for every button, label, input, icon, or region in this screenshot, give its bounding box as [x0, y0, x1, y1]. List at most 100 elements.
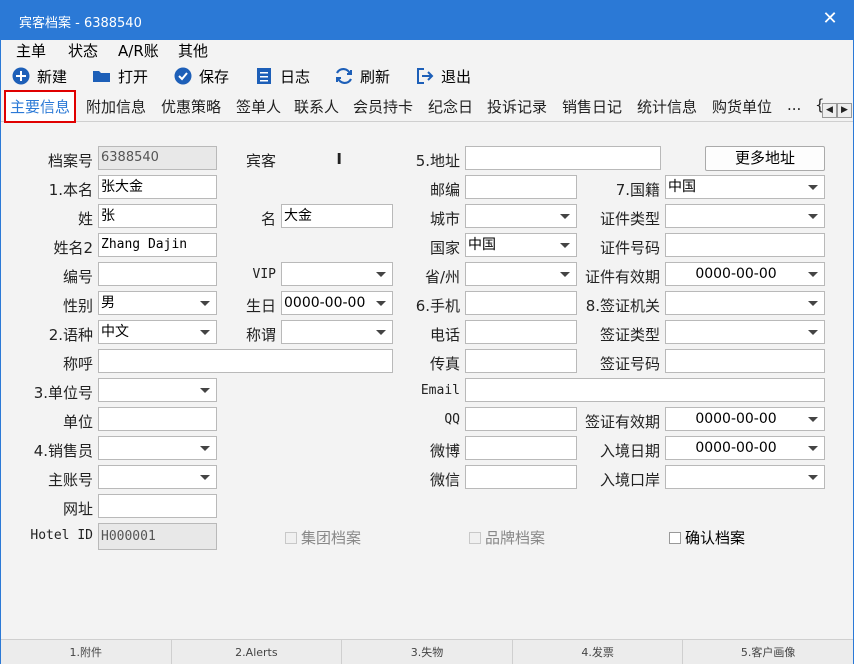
entry-date-select[interactable]: 0000-00-00 — [665, 436, 825, 460]
tab-member-card[interactable]: 会员持卡 — [353, 96, 413, 117]
bottom-tab-alerts[interactable]: 2.Alerts — [172, 640, 343, 664]
title-select[interactable] — [281, 320, 393, 344]
tab-main-info[interactable]: 主要信息 — [4, 90, 77, 123]
name2-field[interactable]: Zhang Dajin — [98, 233, 217, 257]
id-type-select[interactable] — [665, 204, 825, 228]
weibo-field[interactable] — [465, 436, 577, 460]
tab-scroll-left-icon[interactable]: ◀ — [822, 103, 837, 118]
toolbar: 新建 打开 保存 日志 刷新 退出 — [1, 62, 853, 90]
tab-anniversary[interactable]: 纪念日 — [428, 96, 473, 117]
wechat-field[interactable] — [465, 465, 577, 489]
menu-other[interactable]: 其他 — [178, 40, 208, 61]
close-icon[interactable]: ✕ — [820, 8, 840, 29]
tab-complaints[interactable]: 投诉记录 — [487, 96, 547, 117]
vip-select[interactable] — [281, 262, 393, 286]
visa-valid-value: 0000-00-00 — [695, 411, 777, 427]
code-label: 编号 — [62, 268, 93, 286]
website-field[interactable] — [98, 494, 217, 518]
tab-more[interactable]: ... — [787, 96, 801, 114]
more-address-button[interactable]: 更多地址 — [705, 146, 825, 171]
name-field[interactable]: 张大金 — [98, 175, 217, 199]
tab-contact[interactable]: 联系人 — [294, 96, 339, 117]
id-valid-select[interactable]: 0000-00-00 — [665, 262, 825, 286]
nationality-label: 7.国籍 — [615, 181, 660, 199]
refresh-icon — [334, 66, 354, 86]
email-field[interactable] — [465, 378, 825, 402]
id-no-label: 证件号码 — [599, 239, 660, 257]
chevron-down-icon — [808, 417, 818, 422]
postcode-label: 邮编 — [429, 181, 460, 199]
tab-purchase-unit[interactable]: 购货单位 — [712, 96, 772, 117]
salutation-field[interactable] — [98, 349, 393, 373]
entry-port-label: 入境口岸 — [599, 471, 660, 489]
visa-office-label: 8.签证机关 — [585, 297, 660, 315]
mobile-field[interactable] — [465, 291, 577, 315]
address-field[interactable] — [465, 146, 661, 170]
bottom-tab-attachments[interactable]: 1.附件 — [1, 640, 172, 664]
log-button[interactable]: 日志 — [254, 64, 310, 88]
refresh-button[interactable]: 刷新 — [334, 64, 390, 88]
gender-select[interactable]: 男 — [98, 291, 217, 315]
save-button[interactable]: 保存 — [173, 64, 229, 88]
visa-no-label: 签证号码 — [599, 355, 660, 373]
code-field[interactable] — [98, 262, 217, 286]
tab-extra-info[interactable]: 附加信息 — [86, 96, 146, 117]
salutation-label: 称呼 — [62, 355, 93, 373]
checkbox-box — [669, 531, 681, 544]
tab-scroll-right-icon[interactable]: ▶ — [837, 103, 852, 118]
bottom-tab-invoice[interactable]: 4.发票 — [513, 640, 684, 664]
chevron-down-icon — [560, 272, 570, 277]
phone-label: 电话 — [429, 326, 460, 344]
menu-status[interactable]: 状态 — [68, 40, 98, 61]
menu-main[interactable]: 主单 — [16, 40, 46, 61]
city-select[interactable] — [465, 204, 577, 228]
entry-port-select[interactable] — [665, 465, 825, 489]
visa-office-select[interactable] — [665, 291, 825, 315]
unit-field[interactable] — [98, 407, 217, 431]
bottom-tab-customer-profile[interactable]: 5.客户画像 — [683, 640, 853, 664]
menu-ar[interactable]: A/R账 — [118, 40, 159, 61]
file-no-label: 档案号 — [47, 152, 93, 170]
new-button[interactable]: 新建 — [11, 64, 67, 88]
check-circle-icon — [173, 66, 193, 86]
open-button[interactable]: 打开 — [92, 64, 148, 88]
phone-field[interactable] — [465, 320, 577, 344]
postcode-field[interactable] — [465, 175, 577, 199]
given-name-label: 名 — [260, 210, 276, 228]
vip-label: VIP — [252, 267, 276, 282]
guest-type-value: I — [336, 150, 342, 168]
surname-field[interactable]: 张 — [98, 204, 217, 228]
visa-valid-select[interactable]: 0000-00-00 — [665, 407, 825, 431]
brand-file-label: 品牌档案 — [485, 529, 546, 547]
window-title: 宾客档案 - 6388540 — [19, 16, 142, 31]
tab-signer[interactable]: 签单人 — [236, 96, 281, 117]
brand-file-checkbox[interactable]: 品牌档案 — [469, 527, 545, 548]
exit-button[interactable]: 退出 — [415, 64, 471, 88]
bottom-tab-lost-items[interactable]: 3.失物 — [342, 640, 513, 664]
qq-field[interactable] — [465, 407, 577, 431]
wechat-label: 微信 — [429, 471, 460, 489]
birthday-label: 生日 — [245, 297, 276, 315]
tab-discount-policy[interactable]: 优惠策略 — [161, 96, 221, 117]
tab-sales-diary[interactable]: 销售日记 — [562, 96, 622, 117]
id-no-field[interactable] — [665, 233, 825, 257]
group-file-checkbox[interactable]: 集团档案 — [285, 527, 361, 548]
master-select[interactable] — [98, 465, 217, 489]
visa-type-select[interactable] — [665, 320, 825, 344]
birthday-select[interactable]: 0000-00-00 — [281, 291, 393, 315]
given-name-field[interactable]: 大金 — [281, 204, 393, 228]
country-select[interactable]: 中国 — [465, 233, 577, 257]
visa-no-field[interactable] — [665, 349, 825, 373]
group-file-label: 集团档案 — [301, 529, 362, 547]
fax-field[interactable] — [465, 349, 577, 373]
unit-no-select[interactable] — [98, 378, 217, 402]
nationality-select[interactable]: 中国 — [665, 175, 825, 199]
language-select[interactable]: 中文 — [98, 320, 217, 344]
province-select[interactable] — [465, 262, 577, 286]
sales-select[interactable] — [98, 436, 217, 460]
tab-statistics[interactable]: 统计信息 — [637, 96, 697, 117]
confirm-file-checkbox[interactable]: 确认档案 — [669, 527, 745, 548]
guest-label: 宾客 — [245, 152, 276, 170]
exit-label: 退出 — [441, 67, 472, 86]
checkbox-box — [285, 531, 297, 544]
